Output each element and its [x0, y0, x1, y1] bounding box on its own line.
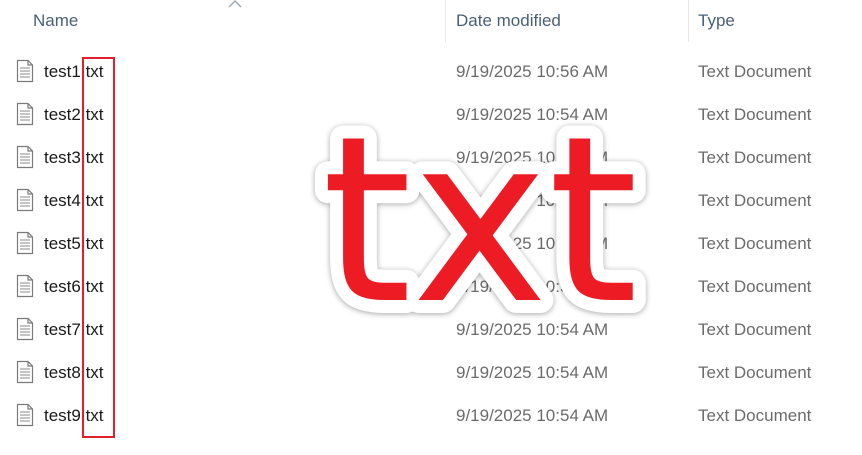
extension-highlight-box [82, 57, 115, 438]
text-document-icon [16, 102, 34, 126]
file-type: Text Document [698, 277, 812, 296]
text-document-icon [16, 360, 34, 384]
text-document-icon [16, 59, 34, 83]
column-header-type[interactable]: Type [698, 0, 735, 42]
column-divider[interactable] [688, 0, 689, 42]
column-header-name[interactable]: Name [33, 0, 78, 42]
text-document-icon [16, 403, 34, 427]
file-date-modified: 9/19/2025 10:56 AM [456, 62, 609, 81]
chevron-up-icon [228, 0, 242, 8]
file-row[interactable]: test8.txt 9/19/2025 10:54 AM Text Document [0, 351, 862, 394]
file-type: Text Document [698, 363, 812, 382]
text-document-icon [16, 274, 34, 298]
file-type: Text Document [698, 406, 812, 425]
text-document-icon [16, 231, 34, 255]
file-row[interactable]: test9.txt 9/19/2025 10:54 AM Text Document [0, 394, 862, 437]
column-header-bar: Name Date modified Type [0, 0, 862, 42]
text-document-icon [16, 188, 34, 212]
file-type: Text Document [698, 148, 812, 167]
file-date-modified: 9/19/2025 10:54 AM [456, 406, 609, 425]
column-header-date-modified[interactable]: Date modified [456, 0, 561, 42]
overlay-text: txt [322, 95, 638, 345]
file-type: Text Document [698, 62, 812, 81]
text-document-icon [16, 145, 34, 169]
file-date-modified: 9/19/2025 10:54 AM [456, 363, 609, 382]
txt-overlay-graphic: txt txt [309, 95, 651, 345]
column-divider[interactable] [445, 0, 446, 42]
file-type: Text Document [698, 191, 812, 210]
file-type: Text Document [698, 105, 812, 124]
text-document-icon [16, 317, 34, 341]
file-type: Text Document [698, 320, 812, 339]
file-type: Text Document [698, 234, 812, 253]
file-row[interactable]: test1.txt 9/19/2025 10:56 AM Text Document [0, 50, 862, 93]
